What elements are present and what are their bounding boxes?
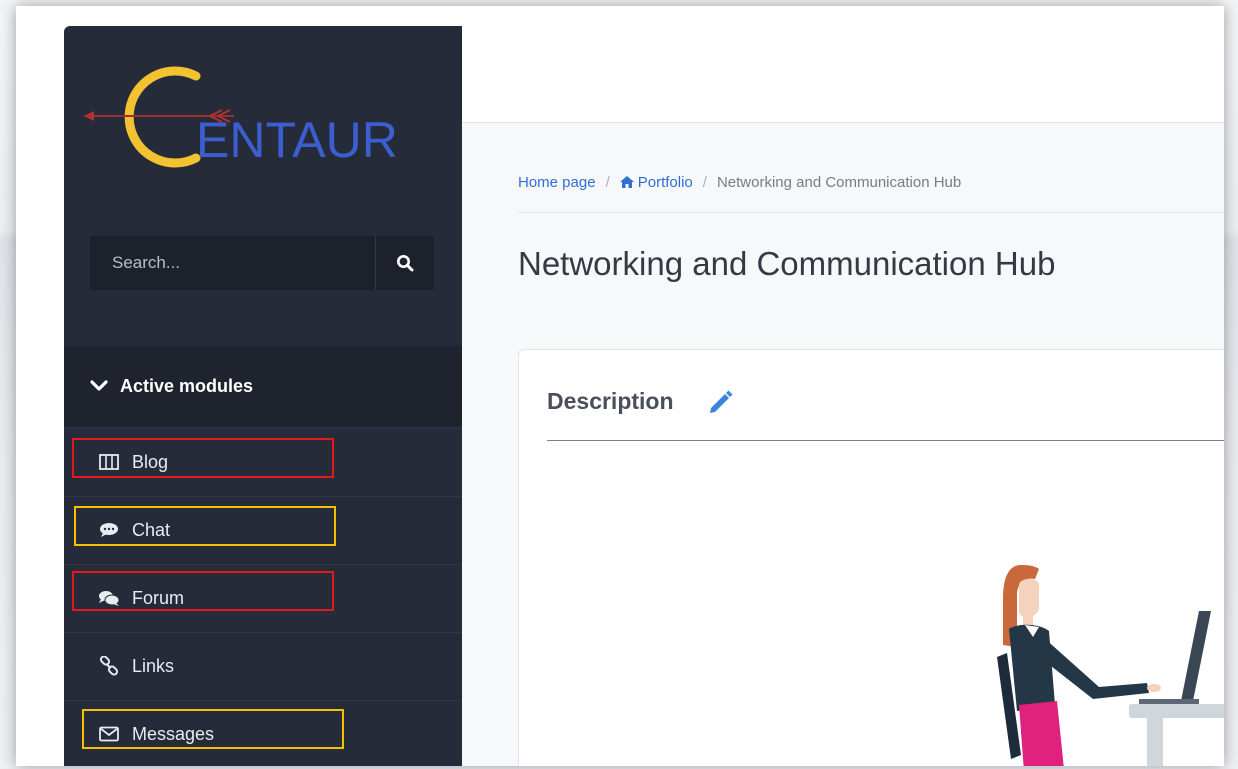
home-icon (619, 176, 634, 188)
search-box (90, 236, 434, 290)
breadcrumb-portfolio-label: Portfolio (637, 174, 693, 191)
description-card: Description (518, 349, 1224, 766)
active-modules-toggle[interactable]: Active modules (64, 346, 462, 426)
breadcrumb-divider (518, 212, 1224, 213)
link-icon (98, 656, 120, 676)
person-at-laptop-illustration (997, 565, 1224, 766)
card-title: Description (547, 388, 674, 414)
breadcrumb-home-link[interactable]: Home page (518, 174, 596, 191)
search-icon (397, 255, 414, 272)
top-navbar (462, 26, 1224, 123)
logo-text: ENTAUR (196, 112, 398, 168)
sidebar-item-links[interactable]: Links (64, 632, 462, 699)
card-divider (547, 440, 1224, 441)
highlight-box-red (72, 438, 334, 478)
active-modules-label: Active modules (120, 375, 254, 396)
breadcrumb-current: Networking and Communication Hub (716, 174, 962, 191)
screenshot-frame: ENTAUR Active modules Blog (16, 6, 1224, 766)
highlight-box-yellow (82, 709, 344, 749)
centaur-logo[interactable]: ENTAUR (84, 54, 444, 174)
pencil-icon[interactable] (705, 386, 735, 416)
breadcrumb-separator: / (702, 174, 707, 191)
sidebar-item-label: Links (132, 655, 175, 676)
chevron-down-icon (90, 380, 108, 391)
main-content: Home page / Portfolio / Networking and Commu… (462, 123, 1224, 766)
page-title: Networking and Communication Hub (518, 245, 1056, 282)
search-input[interactable] (90, 236, 375, 290)
breadcrumb-portfolio-link[interactable]: Portfolio (619, 174, 693, 191)
sidebar: ENTAUR Active modules Blog (64, 26, 462, 766)
breadcrumb-separator: / (605, 174, 610, 191)
search-button[interactable] (375, 236, 434, 290)
highlight-box-red (72, 571, 334, 611)
breadcrumb: Home page / Portfolio / Networking and Commu… (518, 174, 961, 191)
highlight-box-yellow (74, 506, 336, 546)
